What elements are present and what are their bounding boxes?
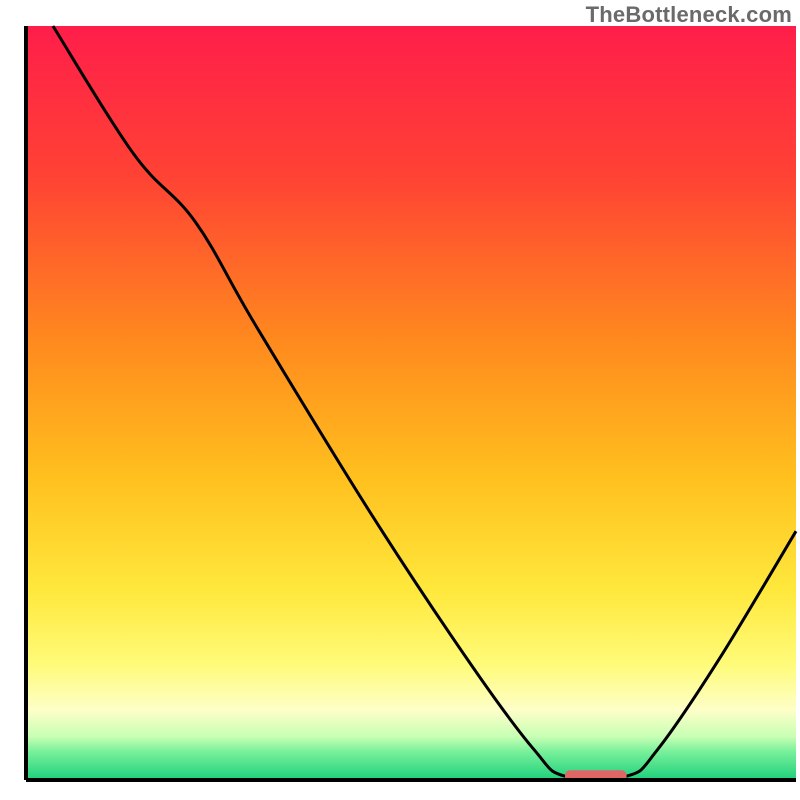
watermark-text: TheBottleneck.com bbox=[586, 2, 792, 28]
bottleneck-plot bbox=[0, 0, 800, 800]
gradient-background bbox=[28, 26, 796, 778]
chart-container: TheBottleneck.com bbox=[0, 0, 800, 800]
